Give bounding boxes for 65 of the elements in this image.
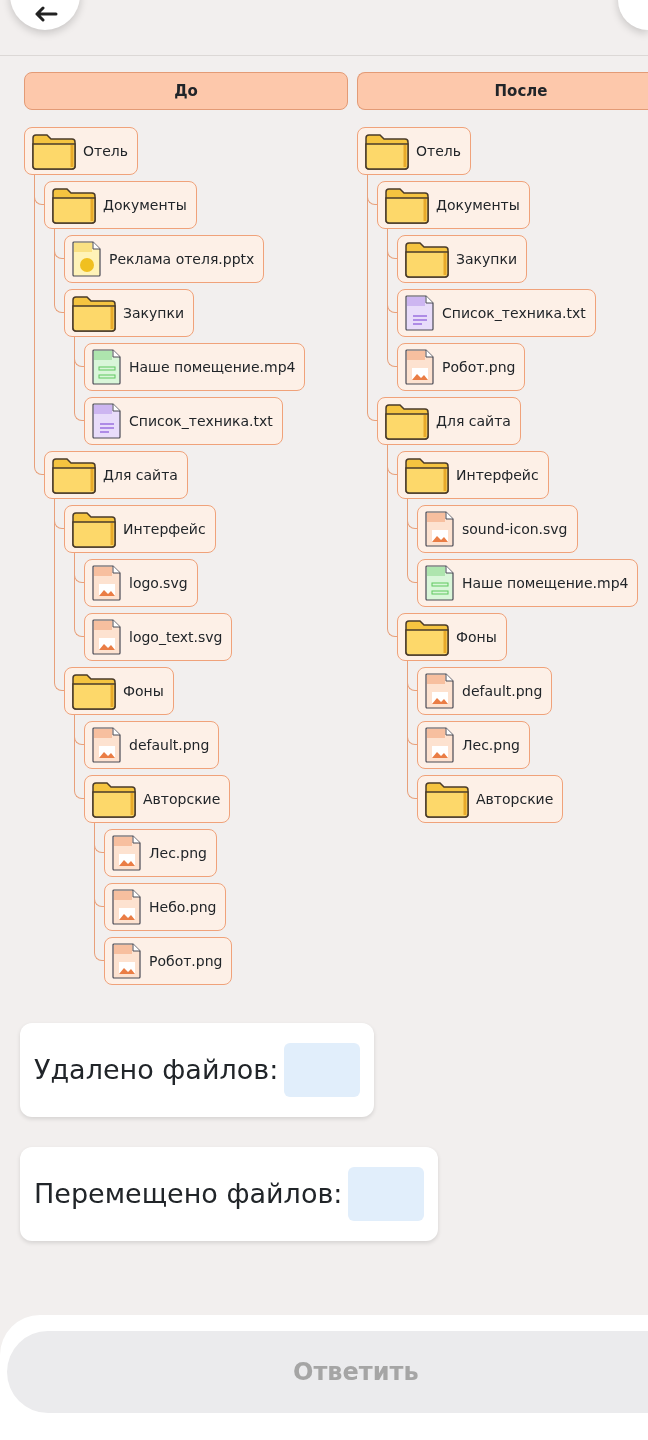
answer-field[interactable] xyxy=(348,1167,425,1221)
folder-icon xyxy=(384,186,430,224)
folder-item: Для сайта xyxy=(377,397,521,445)
folder-item: Для сайта xyxy=(44,451,188,499)
folder-item: Интерфейс xyxy=(397,451,549,499)
video-file-icon xyxy=(91,348,123,386)
column-header: До xyxy=(24,72,348,110)
folder-icon xyxy=(51,456,97,494)
folder-item: Отель xyxy=(24,127,138,175)
image-file-icon xyxy=(91,564,123,602)
folder-icon xyxy=(404,240,450,278)
text-file-icon xyxy=(404,294,436,332)
folder-item: Отель xyxy=(357,127,471,175)
file-item: Лес.png xyxy=(104,829,217,877)
folder-icon xyxy=(364,132,410,170)
folder-icon xyxy=(31,132,77,170)
folder-item: Фоны xyxy=(397,613,507,661)
folder-icon xyxy=(71,672,117,710)
folder-item: Документы xyxy=(44,181,197,229)
answer-label: Перемещено файлов: xyxy=(34,1176,343,1211)
image-file-icon xyxy=(111,942,143,980)
file-item: logo_text.svg xyxy=(84,613,233,661)
folder-icon xyxy=(404,456,450,494)
file-item: Робот.png xyxy=(104,937,233,985)
image-file-icon xyxy=(424,672,456,710)
image-file-icon xyxy=(111,834,143,872)
image-file-icon xyxy=(111,888,143,926)
file-item: Реклама отеля.pptx xyxy=(64,235,265,283)
video-file-icon xyxy=(424,564,456,602)
image-file-icon xyxy=(91,726,123,764)
file-item: Наше помещение.mp4 xyxy=(417,559,639,607)
image-file-icon xyxy=(404,348,436,386)
file-item: Список_техника.txt xyxy=(397,289,596,337)
folder-item: Закупки xyxy=(397,235,527,283)
folder-icon xyxy=(71,294,117,332)
file-item: Робот.png xyxy=(397,343,526,391)
folder-item: Авторские xyxy=(417,775,564,823)
file-item: Наше помещение.mp4 xyxy=(84,343,306,391)
folder-item: Интерфейс xyxy=(64,505,216,553)
file-item: Лес.png xyxy=(417,721,530,769)
image-file-icon xyxy=(91,618,123,656)
presentation-file-icon xyxy=(71,240,103,278)
folder-icon xyxy=(424,780,470,818)
file-item: sound-icon.svg xyxy=(417,505,578,553)
file-item: Список_техника.txt xyxy=(84,397,283,445)
answer-label: Удалено файлов: xyxy=(34,1052,279,1087)
answer-field[interactable] xyxy=(284,1043,361,1097)
image-file-icon xyxy=(424,726,456,764)
folder-icon xyxy=(404,618,450,656)
folder-item: Закупки xyxy=(64,289,194,337)
folder-icon xyxy=(71,510,117,548)
folder-icon xyxy=(384,402,430,440)
file-item: default.png xyxy=(84,721,220,769)
folder-icon xyxy=(91,780,137,818)
text-file-icon xyxy=(91,402,123,440)
file-item: default.png xyxy=(417,667,553,715)
file-item: logo.svg xyxy=(84,559,198,607)
folder-icon xyxy=(51,186,97,224)
folder-item: Фоны xyxy=(64,667,174,715)
arrow-left-icon xyxy=(34,6,58,22)
folder-item: Документы xyxy=(377,181,530,229)
file-item: Небо.png xyxy=(104,883,227,931)
folder-item: Авторские xyxy=(84,775,231,823)
image-file-icon xyxy=(424,510,456,548)
column-header: После xyxy=(357,72,648,110)
